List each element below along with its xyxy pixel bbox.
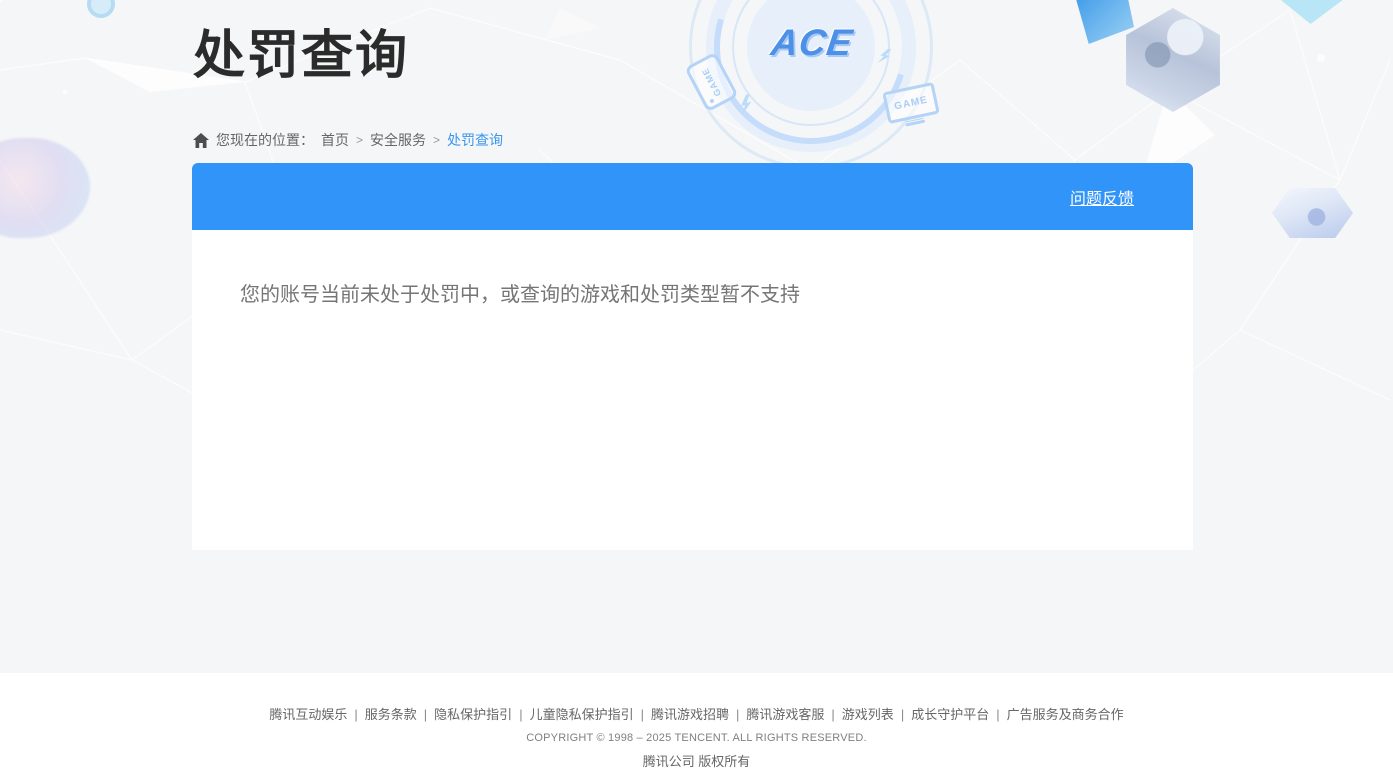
footer-links: 腾讯互动娱乐 | 服务条款 | 隐私保护指引 | 儿童隐私保护指引 | 腾讯游戏招聘 | 腾讯游戏客… [0, 673, 1393, 723]
feedback-link[interactable]: 问题反馈 [1070, 185, 1134, 209]
footer-link-customer-service[interactable]: 腾讯游戏客服 [746, 707, 824, 722]
breadcrumb-separator: > [433, 133, 440, 147]
footer-separator: | [354, 707, 357, 722]
breadcrumb-link-home[interactable]: 首页 [321, 130, 349, 150]
footer-link-children-privacy[interactable]: 儿童隐私保护指引 [530, 707, 634, 722]
footer: 腾讯互动娱乐 | 服务条款 | 隐私保护指引 | 儿童隐私保护指引 | 腾讯游戏招聘 | 腾讯游戏客… [0, 673, 1393, 778]
footer-link-ads-business[interactable]: 广告服务及商务合作 [1007, 707, 1124, 722]
footer-separator: | [641, 707, 644, 722]
copyright-text: COPYRIGHT © 1998 – 2025 TENCENT. ALL RIG… [0, 732, 1393, 744]
footer-separator: | [901, 707, 904, 722]
game-monitor-label: GAME [893, 94, 929, 112]
breadcrumb-separator: > [356, 133, 363, 147]
result-message: 您的账号当前未处于处罚中，或查询的游戏和处罚类型暂不支持 [192, 230, 1193, 307]
ace-logo: ACE [749, 22, 875, 64]
footer-link-guardian-platform[interactable]: 成长守护平台 [911, 707, 989, 722]
footer-link-recruiting[interactable]: 腾讯游戏招聘 [651, 707, 729, 722]
breadcrumb-prefix: 您现在的位置： [216, 130, 314, 150]
page-title: 处罚查询 [193, 13, 409, 88]
game-phone-label: GAME [700, 66, 723, 98]
breadcrumb: 您现在的位置： 首页 > 安全服务 > 处罚查询 [193, 130, 503, 150]
home-icon [193, 133, 209, 148]
footer-separator: | [424, 707, 427, 722]
footer-link-terms[interactable]: 服务条款 [365, 707, 417, 722]
footer-separator: | [996, 707, 999, 722]
footer-separator: | [736, 707, 739, 722]
breadcrumb-link-security-services[interactable]: 安全服务 [370, 130, 426, 150]
breadcrumb-link-punishment-query[interactable]: 处罚查询 [447, 130, 503, 150]
card-banner: 问题反馈 [192, 163, 1193, 230]
company-text: 腾讯公司 版权所有 [0, 751, 1393, 770]
page: ACE GAME GAME 处罚查询 您现在的位置： 首页 > 安全服务 > 处… [0, 0, 1393, 778]
footer-separator: | [519, 707, 522, 722]
card-body: 您的账号当前未处于处罚中，或查询的游戏和处罚类型暂不支持 [192, 230, 1193, 550]
footer-link-privacy[interactable]: 隐私保护指引 [434, 707, 512, 722]
footer-link-game-list[interactable]: 游戏列表 [842, 707, 894, 722]
footer-link-tencent-games[interactable]: 腾讯互动娱乐 [269, 707, 347, 722]
result-card: 问题反馈 您的账号当前未处于处罚中，或查询的游戏和处罚类型暂不支持 [192, 163, 1193, 550]
footer-separator: | [831, 707, 834, 722]
